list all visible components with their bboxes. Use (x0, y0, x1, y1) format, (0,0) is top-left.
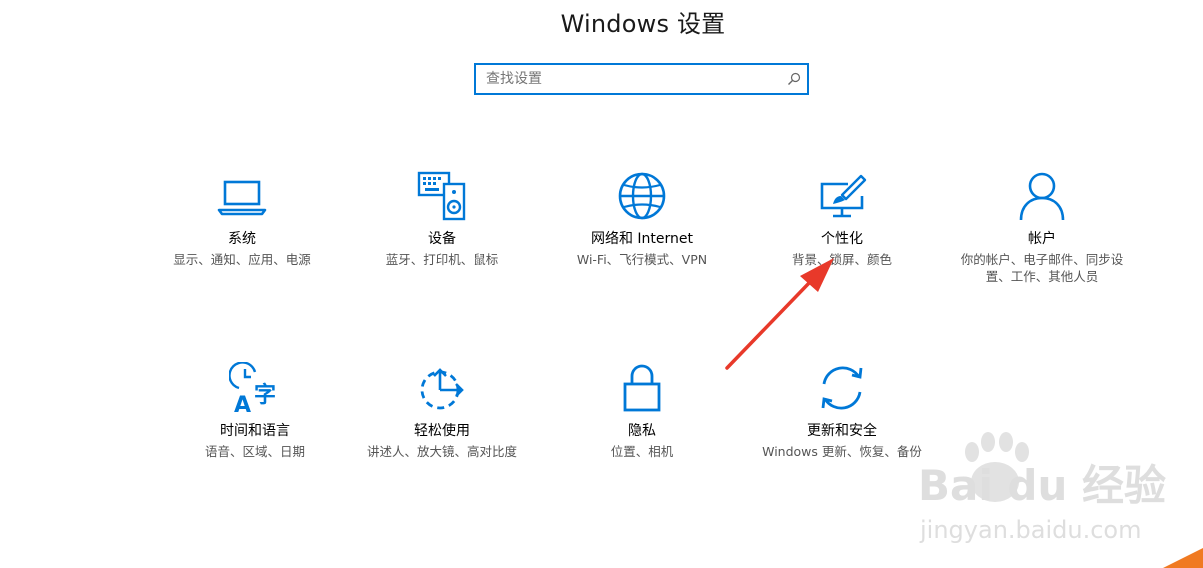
corner-decoration (1163, 548, 1203, 568)
annotation-arrow (725, 258, 834, 370)
